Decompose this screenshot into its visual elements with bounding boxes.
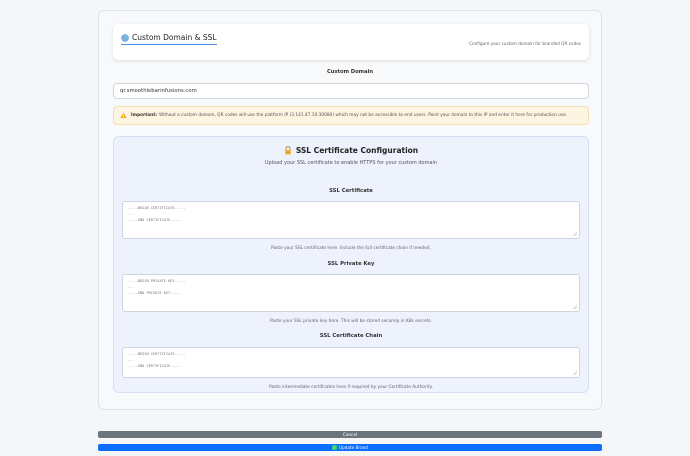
ssl-chain-help: Paste intermediate certificates here if … xyxy=(269,385,433,390)
resize-handle-icon[interactable] xyxy=(573,232,577,236)
ssl-panel: SSL Certificate Configuration Upload you… xyxy=(113,136,589,393)
custom-domain-label: Custom Domain xyxy=(326,69,374,75)
custom-domain-input[interactable] xyxy=(113,83,589,99)
check-icon: ✓ xyxy=(332,445,337,450)
ssl-certificate-label: SSL Certificate xyxy=(329,188,373,194)
ssl-private-key-label: SSL Private Key xyxy=(327,261,375,267)
update-brand-button[interactable]: ✓ Update Brand xyxy=(98,444,602,451)
ssl-title: SSL Certificate Configuration xyxy=(114,146,588,155)
cancel-button[interactable]: Cancel xyxy=(98,431,602,438)
important-warning: Important: Without a custom domain, QR c… xyxy=(113,106,589,125)
ssl-title-text: SSL Certificate Configuration xyxy=(295,146,419,155)
section-header: Custom Domain & SSL Configure your custo… xyxy=(113,24,589,60)
ssl-private-key-textarea[interactable] xyxy=(122,274,580,312)
section-title-text: Custom Domain & SSL xyxy=(132,33,217,42)
section-title: Custom Domain & SSL xyxy=(121,33,217,45)
ssl-certificate-textarea[interactable] xyxy=(122,201,580,239)
resize-handle-icon[interactable] xyxy=(573,305,577,309)
section-subtitle: Configure your custom domain for branded… xyxy=(469,41,581,46)
globe-icon xyxy=(121,33,129,42)
warning-strong: Important: xyxy=(131,113,158,118)
ssl-chain-textarea[interactable] xyxy=(122,347,580,378)
ssl-private-key-help: Paste your SSL private key here. This wi… xyxy=(269,319,433,324)
ssl-chain-label: SSL Certificate Chain xyxy=(319,333,383,339)
settings-card: Custom Domain & SSL Configure your custo… xyxy=(98,10,602,410)
cancel-button-label: Cancel xyxy=(342,432,358,437)
resize-handle-icon[interactable] xyxy=(573,371,577,375)
warning-icon xyxy=(120,112,127,119)
warning-text: Without a custom domain, QR codes will u… xyxy=(159,113,568,118)
ssl-subtitle: Upload your SSL certificate to enable HT… xyxy=(264,160,438,166)
update-brand-button-label: Update Brand xyxy=(339,445,368,450)
ssl-certificate-help: Paste your SSL certificate here. Include… xyxy=(271,246,431,251)
lock-icon xyxy=(284,146,291,155)
